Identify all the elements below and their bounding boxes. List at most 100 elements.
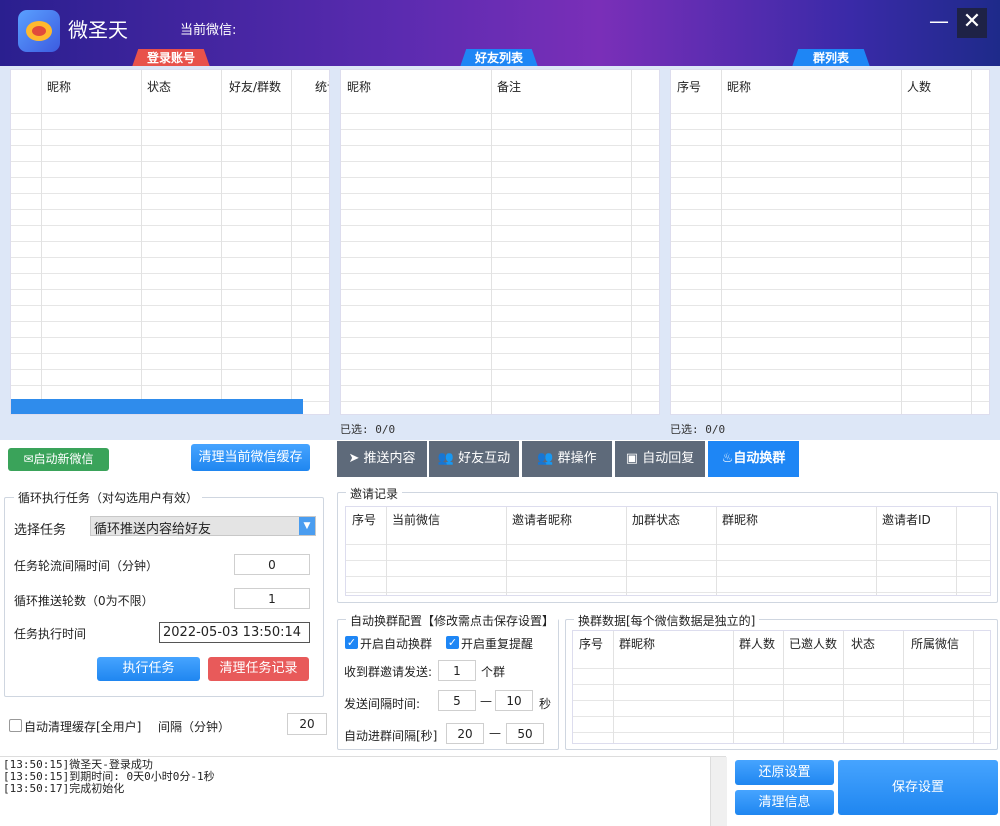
column-divider bbox=[291, 70, 292, 414]
task-select-value: 循环推送内容给好友 bbox=[94, 522, 212, 537]
column-divider bbox=[386, 507, 387, 595]
join-interval-min-input[interactable]: 20 bbox=[446, 723, 484, 744]
column-header[interactable]: 序号 bbox=[677, 78, 701, 95]
wechat-icon: ✉ bbox=[23, 452, 34, 466]
column-header[interactable]: 状态 bbox=[851, 635, 875, 652]
tab-login-accounts: 登录账号 bbox=[132, 49, 210, 67]
restore-settings-button[interactable]: 还原设置 bbox=[735, 760, 834, 785]
tab-push-content[interactable]: ➤ 推送内容 bbox=[337, 441, 427, 477]
invite-records-header: 序号 当前微信 邀请者昵称 加群状态 群昵称 邀请者ID bbox=[346, 507, 990, 529]
column-header[interactable]: 统计 bbox=[315, 78, 329, 95]
task-select[interactable]: 循环推送内容给好友 ▼ bbox=[90, 516, 316, 537]
flame-icon: ♨ bbox=[721, 451, 734, 466]
send-interval-min-input[interactable]: 5 bbox=[438, 690, 476, 711]
join-interval-label: 自动进群间隔[秒] bbox=[344, 729, 438, 743]
auto-clear-label: 自动清理缓存[全用户] bbox=[24, 720, 142, 734]
exec-time-input[interactable]: 2022-05-03 13:50:14 bbox=[159, 622, 310, 643]
start-new-wechat-label: 启动新微信 bbox=[33, 452, 94, 466]
start-new-wechat-button[interactable]: ✉启动新微信 bbox=[8, 448, 109, 471]
auto-clear-checkbox[interactable] bbox=[9, 719, 22, 732]
column-divider bbox=[613, 631, 614, 743]
column-header[interactable]: 邀请者ID bbox=[882, 511, 931, 528]
save-settings-button[interactable]: 保存设置 bbox=[838, 760, 998, 815]
column-header[interactable]: 群昵称 bbox=[722, 511, 758, 528]
log-output[interactable]: [13:50:15]微圣天-登录成功 [13:50:15]到期时间: 0天0小时… bbox=[0, 756, 726, 826]
column-divider bbox=[721, 70, 722, 414]
column-divider bbox=[141, 70, 142, 414]
column-header[interactable]: 昵称 bbox=[47, 78, 71, 95]
column-header[interactable]: 序号 bbox=[579, 635, 603, 652]
column-divider bbox=[876, 507, 877, 595]
tab-auto-reply[interactable]: ▣ 自动回复 bbox=[615, 441, 705, 477]
column-divider bbox=[973, 631, 974, 743]
interval-input[interactable]: 0 bbox=[234, 554, 310, 575]
execute-task-button[interactable]: 执行任务 bbox=[97, 657, 200, 681]
close-button[interactable]: ✕ bbox=[957, 8, 987, 38]
tab-group-list: 群列表 bbox=[792, 49, 870, 67]
column-header[interactable]: 已邀人数 bbox=[789, 635, 837, 652]
column-header[interactable]: 备注 bbox=[497, 78, 521, 95]
auto-clear-interval-input[interactable]: 20 bbox=[287, 713, 327, 735]
column-header[interactable]: 群人数 bbox=[739, 635, 775, 652]
app-title: 微圣天 bbox=[68, 18, 128, 42]
enable-auto-switch-checkbox[interactable]: ✓ bbox=[345, 636, 358, 649]
tab-group-operation[interactable]: 👥 群操作 bbox=[522, 441, 612, 477]
tab-friend-interaction[interactable]: 👥 好友互动 bbox=[429, 441, 519, 477]
friends-table[interactable]: 昵称 备注 bbox=[340, 69, 660, 415]
current-wechat-label: 当前微信: bbox=[180, 23, 237, 38]
join-interval-max-input[interactable]: 50 bbox=[506, 723, 544, 744]
column-divider bbox=[903, 631, 904, 743]
column-header[interactable]: 状态 bbox=[147, 78, 171, 95]
tab-auto-switch-group[interactable]: ♨自动换群 bbox=[708, 441, 799, 477]
switch-data-table[interactable]: 序号 群昵称 群人数 已邀人数 状态 所属微信 bbox=[572, 630, 991, 744]
app-logo-icon bbox=[18, 10, 60, 52]
tab-label: 群操作 bbox=[557, 451, 597, 466]
rounds-input[interactable]: 1 bbox=[234, 588, 310, 609]
column-divider bbox=[843, 631, 844, 743]
column-header[interactable]: 所属微信 bbox=[911, 635, 959, 652]
send-interval-max-input[interactable]: 10 bbox=[495, 690, 533, 711]
minimize-button[interactable]: — bbox=[926, 10, 952, 36]
table-rows bbox=[573, 653, 990, 743]
send-interval-unit: 秒 bbox=[539, 697, 552, 711]
column-header[interactable]: 邀请者昵称 bbox=[512, 511, 572, 528]
column-header[interactable]: 序号 bbox=[352, 511, 376, 528]
column-header[interactable]: 昵称 bbox=[347, 78, 371, 95]
interval-label: 任务轮流间隔时间（分钟） bbox=[14, 559, 159, 573]
horizontal-scrollbar[interactable] bbox=[11, 399, 303, 414]
groups-selected-count: 已选: 0/0 bbox=[670, 423, 726, 436]
group-icon: 👥 bbox=[537, 451, 554, 466]
column-header[interactable]: 昵称 bbox=[727, 78, 751, 95]
table-rows bbox=[341, 98, 659, 414]
robot-icon: ▣ bbox=[625, 451, 639, 466]
log-scrollbar[interactable] bbox=[710, 757, 727, 826]
accounts-table[interactable]: 昵称 状态 好友/群数 统计 bbox=[10, 69, 330, 415]
table-rows bbox=[671, 98, 989, 414]
tab-label: 推送内容 bbox=[363, 451, 416, 466]
tab-label: 自动回复 bbox=[642, 451, 695, 466]
tab-label: 自动换群 bbox=[733, 451, 786, 466]
column-header[interactable]: 好友/群数 bbox=[229, 78, 281, 95]
chevron-down-icon[interactable]: ▼ bbox=[299, 517, 315, 535]
column-header[interactable]: 当前微信 bbox=[392, 511, 440, 528]
column-header[interactable]: 群昵称 bbox=[619, 635, 655, 652]
auto-switch-config-title: 自动换群配置【修改需点击保存设置】 bbox=[346, 612, 559, 629]
column-header[interactable]: 加群状态 bbox=[632, 511, 680, 528]
column-header[interactable]: 人数 bbox=[907, 78, 931, 95]
friends-table-header: 昵称 备注 bbox=[341, 70, 659, 98]
groups-table[interactable]: 序号 昵称 人数 bbox=[670, 69, 990, 415]
invite-records-title: 邀请记录 bbox=[346, 485, 403, 502]
accounts-table-header: 昵称 状态 好友/群数 统计 bbox=[11, 70, 329, 98]
clear-cache-button[interactable]: 清理当前微信缓存 bbox=[191, 444, 310, 471]
column-divider bbox=[626, 507, 627, 595]
receive-invite-input[interactable]: 1 bbox=[438, 660, 476, 681]
clear-info-button[interactable]: 清理信息 bbox=[735, 790, 834, 815]
column-divider bbox=[221, 70, 222, 414]
receive-invite-unit: 个群 bbox=[481, 665, 506, 679]
invite-records-table[interactable]: 序号 当前微信 邀请者昵称 加群状态 群昵称 邀请者ID bbox=[345, 506, 991, 596]
enable-repeat-remind-checkbox[interactable]: ✓ bbox=[446, 636, 459, 649]
rounds-label: 循环推送轮数（0为不限） bbox=[14, 594, 154, 608]
clear-task-log-button[interactable]: 清理任务记录 bbox=[208, 657, 309, 681]
column-divider bbox=[733, 631, 734, 743]
column-divider bbox=[506, 507, 507, 595]
